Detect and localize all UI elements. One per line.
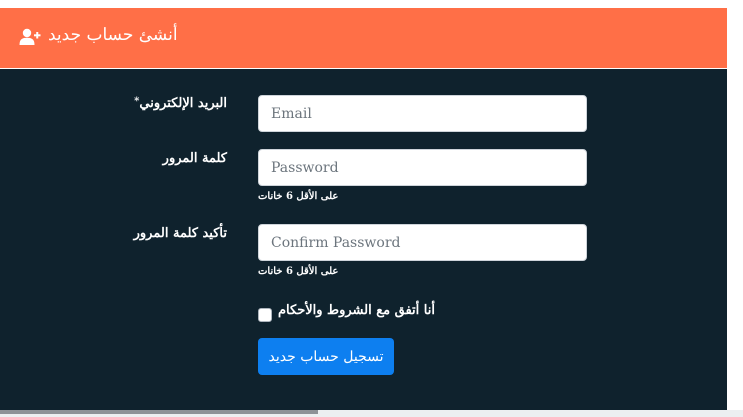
register-button[interactable]: تسجيل حساب جديد xyxy=(258,338,394,375)
password-hint: على الأقل 6 خانات xyxy=(258,191,339,202)
email-field[interactable] xyxy=(258,95,587,132)
confirm-password-label: تأكيد كلمة المرور xyxy=(133,226,227,241)
confirm-password-field[interactable] xyxy=(258,224,587,261)
password-field[interactable] xyxy=(258,149,587,186)
email-label-row: البريد الإلكتروني* xyxy=(131,96,227,111)
password-label: كلمة المرور xyxy=(162,151,227,166)
signup-panel: أنشئ حساب جديد البريد الإلكتروني* كلمة ا… xyxy=(0,8,727,410)
user-plus-icon xyxy=(19,28,41,46)
confirm-password-hint: على الأقل 6 خانات xyxy=(258,266,339,277)
terms-label[interactable]: أنا أتفق مع الشروط والأحكام xyxy=(278,303,435,318)
panel-header: أنشئ حساب جديد xyxy=(0,8,727,69)
terms-checkbox[interactable] xyxy=(258,308,272,322)
email-label: البريد الإلكتروني xyxy=(139,96,227,111)
page-title: أنشئ حساب جديد xyxy=(48,25,178,45)
horizontal-scrollbar[interactable] xyxy=(0,410,318,414)
